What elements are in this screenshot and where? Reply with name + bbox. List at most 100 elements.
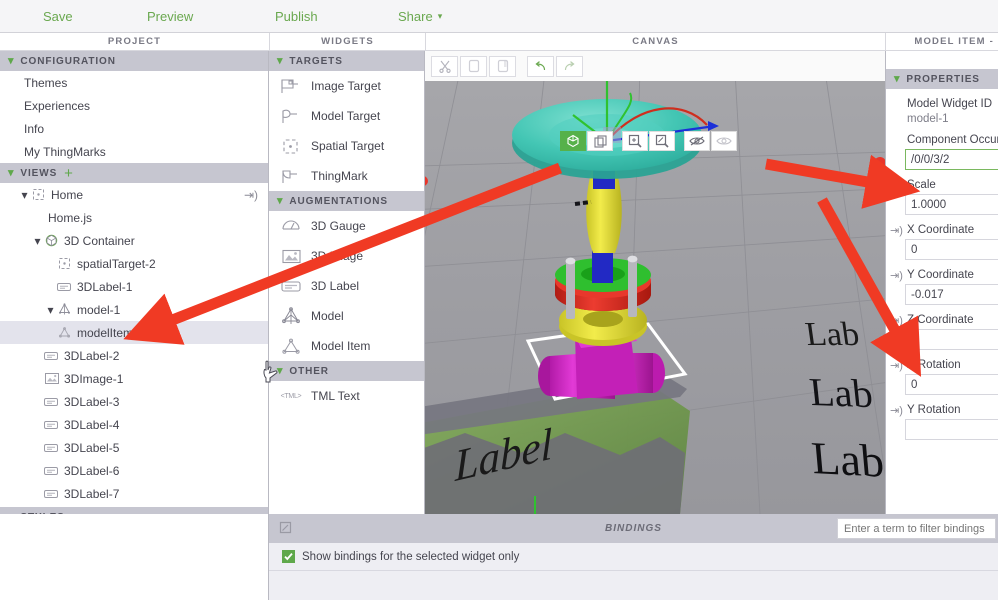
tree-item-spatialtarget-2[interactable]: spatialTarget-2 (0, 252, 268, 275)
tree-item-3d-container[interactable]: ▾ 3D Container (0, 229, 268, 252)
canvas-panel: Label z x (425, 51, 885, 514)
redo-button[interactable] (556, 55, 583, 77)
sidebar-item-themes[interactable]: Themes (0, 71, 268, 94)
widget-model-target[interactable]: Model Target (269, 101, 424, 131)
show-selected-only-checkbox[interactable] (282, 550, 295, 563)
duplicate-mode-button[interactable] (587, 131, 613, 151)
binding-icon[interactable]: ⇥) (890, 179, 903, 192)
widget-image-target[interactable]: Image Target (269, 71, 424, 101)
save-label: Save (43, 8, 73, 24)
section-configuration[interactable]: ▾ CONFIGURATION (0, 51, 268, 71)
x-coordinate-input[interactable] (905, 239, 998, 260)
show-button[interactable] (711, 131, 737, 151)
paste-button[interactable] (489, 55, 516, 77)
open-view-icon[interactable]: ⇥) (244, 188, 258, 202)
tree-item-3dlabel-1[interactable]: 3DLabel-1 (0, 275, 268, 298)
section-configuration-label: CONFIGURATION (20, 55, 116, 67)
field-label: ⇥) X Rotation (886, 359, 998, 372)
binding-icon[interactable]: ⇥) (890, 359, 903, 372)
binding-icon[interactable]: ⇥) (890, 224, 903, 237)
tree-item-label: Home (51, 187, 84, 202)
model-target-icon (280, 106, 302, 126)
hide-button[interactable] (684, 131, 710, 151)
share-menu-button[interactable]: Share ▾ (388, 0, 452, 33)
tree-item-label: model-1 (77, 302, 121, 317)
publish-label: Publish (275, 8, 318, 24)
tree-item-3dlabel-4[interactable]: 3DLabel-4 (0, 413, 268, 436)
zoom-in-button[interactable] (622, 131, 648, 151)
tree-item-3dlabel-3[interactable]: 3DLabel-3 (0, 390, 268, 413)
chevron-down-icon: ▾ (8, 54, 15, 67)
canvas-3d-viewport[interactable]: Label z x (425, 81, 885, 514)
transform-mode-button[interactable] (560, 131, 586, 151)
component-occurrence-input[interactable] (905, 149, 998, 170)
binding-icon[interactable]: ⇥) (890, 404, 903, 417)
scene-label-right-2: Lab (807, 369, 874, 416)
tree-item-home[interactable]: ▾ Home ⇥) (0, 183, 268, 206)
bindings-filter-input[interactable] (837, 518, 996, 539)
section-other[interactable]: ▾ OTHER (269, 361, 424, 381)
sidebar-item-experiences[interactable]: Experiences (0, 94, 268, 117)
z-coordinate-input[interactable] (905, 329, 998, 350)
tree-item-label: 3DLabel-7 (64, 486, 120, 501)
svg-text:Lab: Lab (809, 432, 885, 486)
widget-3d-gauge[interactable]: 3D Gauge (269, 211, 424, 241)
chevron-down-icon[interactable]: ▾ (44, 303, 57, 317)
chevron-down-icon[interactable]: ▾ (31, 234, 44, 248)
undo-button[interactable] (527, 55, 554, 77)
y-rotation-input[interactable] (905, 419, 998, 440)
preview-button[interactable]: Preview (137, 0, 203, 33)
save-button[interactable]: Save (33, 0, 83, 33)
spatial-target-icon (57, 257, 72, 270)
tree-item-label: modelItem-1 (77, 325, 144, 340)
sidebar-item-info[interactable]: Info (0, 117, 268, 140)
tree-item-home-js[interactable]: Home.js (0, 206, 268, 229)
widget-3d-label[interactable]: 3D Label (269, 271, 424, 301)
expand-bindings-icon[interactable] (279, 521, 292, 537)
section-augmentations[interactable]: ▾ AUGMENTATIONS (269, 191, 424, 211)
show-selected-only-label: Show bindings for the selected widget on… (302, 550, 520, 563)
field-label: ⇥) Scale (886, 179, 998, 192)
model-item-icon (280, 336, 302, 356)
tree-item-3dlabel-7[interactable]: 3DLabel-7 (0, 482, 268, 505)
add-view-icon[interactable]: + (64, 166, 74, 181)
tree-item-modelitem-1[interactable]: modelItem-1 (0, 321, 268, 344)
widget-model[interactable]: Model (269, 301, 424, 331)
widget-thingmark[interactable]: ThingMark (269, 161, 424, 191)
binding-icon[interactable]: ⇥) (890, 314, 903, 327)
section-properties[interactable]: ▾ PROPERTIES (886, 69, 998, 89)
tree-item-3dlabel-5[interactable]: 3DLabel-5 (0, 436, 268, 459)
thingmark-icon (280, 166, 302, 186)
field-component-occurrence: Component Occurrence (886, 134, 998, 170)
field-label: ⇥) X Coordinate (886, 224, 998, 237)
widget-tml-text[interactable]: <TML> TML Text (269, 381, 424, 411)
copy-button[interactable] (460, 55, 487, 77)
tree-item-label: 3DLabel-6 (64, 463, 120, 478)
tree-item-label: 3DLabel-4 (64, 417, 120, 432)
sidebar-item-my-thingmarks[interactable]: My ThingMarks (0, 140, 268, 163)
section-targets[interactable]: ▾ TARGETS (269, 51, 424, 71)
widget-model-item[interactable]: Model Item (269, 331, 424, 361)
section-views[interactable]: ▾ VIEWS + (0, 163, 268, 183)
x-rotation-input[interactable] (905, 374, 998, 395)
sidebar-item-label: My ThingMarks (24, 144, 106, 159)
publish-button[interactable]: Publish (265, 0, 328, 33)
y-coordinate-input[interactable] (905, 284, 998, 305)
widget-spatial-target[interactable]: Spatial Target (269, 131, 424, 161)
field-model-widget-id: Model Widget ID model-1 (886, 98, 998, 125)
tree-item-3dlabel-6[interactable]: 3DLabel-6 (0, 459, 268, 482)
scale-input[interactable] (905, 194, 998, 215)
tree-item-model-1[interactable]: ▾ model-1 (0, 298, 268, 321)
tree-item-3dlabel-2[interactable]: 3DLabel-2 (0, 344, 268, 367)
image-icon (280, 246, 302, 266)
field-label: ⇥) Y Coordinate (886, 269, 998, 282)
widgets-column-header-label: WIDGETS (321, 36, 374, 47)
tree-item-3dimage-1[interactable]: 3DImage-1 (0, 367, 268, 390)
bindings-bar: BINDINGS (269, 514, 998, 543)
binding-icon[interactable]: ⇥) (890, 269, 903, 282)
widget-label: 3D Image (311, 249, 364, 263)
widget-3d-image[interactable]: 3D Image (269, 241, 424, 271)
chevron-down-icon[interactable]: ▾ (18, 188, 31, 202)
zoom-fit-button[interactable] (649, 131, 675, 151)
cut-button[interactable] (431, 55, 458, 77)
